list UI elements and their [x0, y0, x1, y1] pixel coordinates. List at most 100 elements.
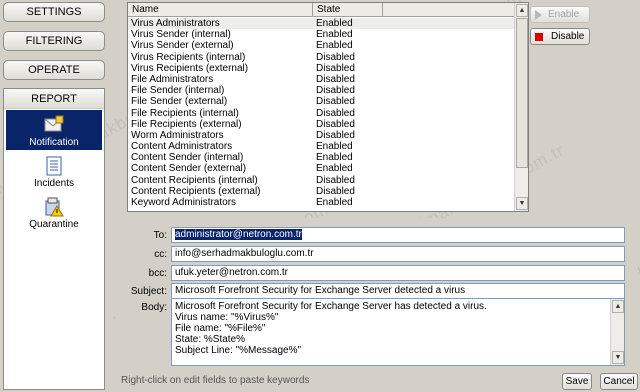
report-button[interactable]: REPORT — [4, 89, 104, 109]
list-item-state: Disabled — [316, 107, 355, 119]
nav-item-label: Incidents — [33, 178, 75, 189]
list-item-name: Virus Recipients (external) — [131, 62, 249, 74]
list-item-state: Disabled — [316, 51, 355, 63]
list-item[interactable]: Virus Recipients (internal) Disabled — [128, 52, 515, 63]
list-scrollbar[interactable]: ▲ ▼ — [514, 3, 528, 211]
report-panel: REPORT Notification Incidents Quarantine — [3, 88, 105, 390]
list-item-name: Content Sender (internal) — [131, 152, 244, 164]
column-header-state[interactable]: State — [313, 3, 383, 16]
list-item-name: File Sender (internal) — [131, 85, 225, 97]
list-item-state: Disabled — [316, 118, 355, 130]
list-item[interactable]: Content Sender (internal) Enabled — [128, 152, 515, 163]
list-item[interactable]: File Recipients (external) Disabled — [128, 119, 515, 130]
body-line: Subject Line: "%Message%" — [175, 345, 302, 356]
list-item[interactable]: Worm Administrators Disabled — [128, 130, 515, 141]
list-item[interactable]: Content Recipients (external) Disabled — [128, 186, 515, 197]
list-item-name: Virus Recipients (internal) — [131, 51, 246, 63]
list-item-name: Content Administrators — [131, 141, 233, 153]
list-item-name: Content Recipients (external) — [131, 185, 261, 197]
bcc-label: bcc: — [148, 268, 167, 279]
cc-field[interactable]: info@serhadmakbuloglu.com.tr — [171, 246, 625, 262]
list-item-name: Content Recipients (internal) — [131, 174, 258, 186]
list-item-state: Disabled — [316, 62, 355, 74]
list-item-state: Disabled — [316, 129, 355, 141]
disable-label: Disable — [551, 31, 585, 42]
quarantine-icon — [43, 197, 65, 217]
list-item-name: File Sender (external) — [131, 96, 228, 108]
action-panel: Enable Disable — [530, 2, 638, 212]
save-button[interactable]: Save — [562, 373, 592, 390]
body-line: Microsoft Forefront Security for Exchang… — [175, 301, 487, 312]
to-field[interactable]: administrator@netron.com.tr — [171, 227, 625, 243]
list-item-state: Disabled — [316, 174, 355, 186]
nav-item-label: Notification — [29, 137, 79, 148]
list-item-name: Virus Administrators — [131, 18, 220, 29]
list-item-state: Disabled — [316, 85, 355, 97]
list-item[interactable]: File Recipients (internal) Disabled — [128, 108, 515, 119]
list-item-state: Enabled — [316, 197, 353, 208]
bcc-field[interactable]: ufuk.yeter@netron.com.tr — [171, 265, 625, 281]
list-item[interactable]: Virus Sender (internal) Enabled — [128, 29, 515, 40]
list-item-state: Enabled — [316, 163, 353, 175]
scroll-up-icon[interactable]: ▲ — [612, 300, 624, 313]
list-item-state: Disabled — [316, 185, 355, 197]
stop-icon — [535, 32, 543, 41]
nav-item-notification[interactable]: Notification — [6, 110, 102, 150]
list-item-state: Enabled — [316, 141, 353, 153]
body-line: File name: "%File%" — [175, 323, 266, 334]
body-label: Body: — [141, 302, 167, 313]
list-item-state: Enabled — [316, 152, 353, 164]
list-item[interactable]: Content Recipients (internal) Disabled — [128, 175, 515, 186]
list-item-state: Disabled — [316, 96, 355, 108]
list-item[interactable]: Virus Administrators Enabled — [128, 18, 515, 30]
scroll-thumb[interactable] — [516, 18, 528, 168]
list-item-name: File Administrators — [131, 73, 214, 85]
cancel-button[interactable]: Cancel — [600, 373, 638, 390]
list-item-name: Keyword Administrators — [131, 197, 237, 208]
disable-button[interactable]: Disable — [530, 28, 590, 45]
list-item-state: Enabled — [316, 29, 353, 41]
nav-item-label: Quarantine — [29, 219, 79, 230]
to-value: administrator@netron.com.tr — [175, 229, 302, 240]
to-label: To: — [153, 230, 167, 241]
list-item[interactable]: Keyword Administrators Enabled — [128, 197, 515, 208]
list-item[interactable]: Content Sender (external) Enabled — [128, 163, 515, 174]
body-line: State: %State% — [175, 334, 246, 345]
operate-button[interactable]: OPERATE — [3, 60, 105, 80]
body-field[interactable]: Microsoft Forefront Security for Exchang… — [171, 298, 625, 366]
body-scrollbar[interactable]: ▲ ▼ — [610, 299, 624, 365]
list-item-name: File Recipients (internal) — [131, 107, 239, 119]
subject-field[interactable]: Microsoft Forefront Security for Exchang… — [171, 283, 625, 299]
list-item[interactable]: Virus Sender (external) Enabled — [128, 40, 515, 51]
scroll-down-icon[interactable]: ▼ — [516, 197, 528, 210]
settings-button[interactable]: SETTINGS — [3, 2, 105, 22]
notification-form: To: administrator@netron.com.tr cc: info… — [115, 218, 638, 372]
column-header-name[interactable]: Name — [128, 3, 313, 16]
nav-item-incidents[interactable]: Incidents — [6, 151, 102, 191]
body-line: Virus name: "%Virus%" — [175, 312, 279, 323]
scroll-up-icon[interactable]: ▲ — [516, 4, 528, 17]
subject-label: Subject: — [130, 286, 167, 297]
incidents-icon — [43, 156, 65, 176]
list-item[interactable]: File Administrators Disabled — [128, 74, 515, 85]
list-item[interactable]: File Sender (external) Disabled — [128, 96, 515, 107]
list-item[interactable]: Virus Recipients (external) Disabled — [128, 63, 515, 74]
scroll-down-icon[interactable]: ▼ — [612, 351, 624, 364]
nav-item-quarantine[interactable]: Quarantine — [6, 192, 102, 232]
play-icon — [535, 9, 542, 20]
list-item-name: Virus Sender (external) — [131, 40, 234, 52]
list-body: Virus Administrators Enabled Virus Sender … — [128, 18, 515, 211]
notification-list[interactable]: Name State Virus Administrators Enabled Vi… — [127, 2, 529, 212]
filtering-button[interactable]: FILTERING — [3, 31, 105, 51]
list-item-name: File Recipients (external) — [131, 118, 242, 130]
list-item-name: Content Sender (external) — [131, 163, 247, 175]
list-header: Name State — [128, 3, 515, 17]
paste-hint: Right-click on edit fields to paste keyw… — [121, 375, 310, 386]
enable-label: Enable — [548, 9, 580, 20]
list-item-state: Disabled — [316, 73, 355, 85]
list-item[interactable]: Content Administrators Enabled — [128, 141, 515, 152]
notification-icon — [43, 115, 65, 135]
list-item-name: Virus Sender (internal) — [131, 29, 231, 41]
enable-button[interactable]: Enable — [530, 6, 590, 23]
list-item[interactable]: File Sender (internal) Disabled — [128, 85, 515, 96]
